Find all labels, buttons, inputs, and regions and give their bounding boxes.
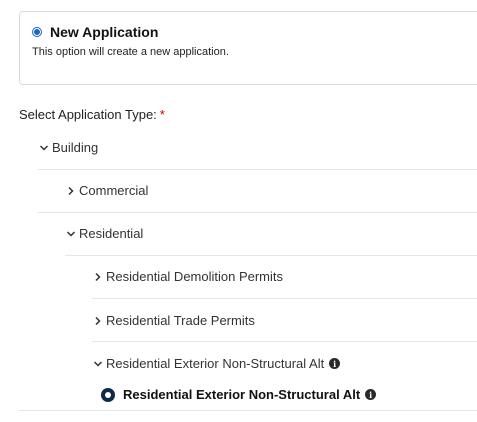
tree-item-building[interactable]: Building: [38, 140, 98, 155]
chevron-down-icon: [66, 230, 76, 237]
tree-item-residential-exterior-group[interactable]: Residential Exterior Non-Structural Alt …: [92, 356, 341, 371]
chevron-down-icon: [93, 360, 103, 367]
divider: [92, 341, 477, 342]
required-marker: *: [159, 107, 165, 122]
application-type-option-residential-exterior[interactable]: Residential Exterior Non-Structural Alt …: [101, 387, 377, 402]
chevron-right-icon: [95, 316, 101, 325]
divider: [19, 410, 477, 411]
tree-item-residential-trade-permits[interactable]: Residential Trade Permits: [92, 313, 255, 328]
tree-item-label: Residential Exterior Non-Structural Alt: [106, 356, 325, 371]
chevron-down-icon: [39, 144, 49, 151]
new-application-option-card[interactable]: New Application This option will create …: [19, 11, 477, 85]
chevron-right-icon: [68, 186, 74, 195]
divider: [65, 255, 477, 256]
application-type-page: New Application This option will create …: [0, 0, 477, 422]
tree-item-label: Residential: [79, 226, 144, 241]
tree-item-label: Residential Demolition Permits: [106, 269, 284, 284]
selected-radio-icon[interactable]: [101, 387, 115, 402]
new-application-option[interactable]: New Application: [32, 24, 158, 40]
new-application-radio[interactable]: [32, 27, 42, 37]
divider: [38, 212, 477, 213]
tree-item-commercial[interactable]: Commercial: [65, 183, 148, 198]
chevron-right-icon: [95, 272, 101, 281]
tree-item-label: Building: [52, 140, 99, 155]
divider: [92, 298, 477, 299]
info-icon[interactable]: i: [365, 389, 377, 400]
new-application-title: New Application: [50, 24, 159, 40]
info-icon[interactable]: i: [329, 358, 341, 369]
application-type-option-label: Residential Exterior Non-Structural Alt: [123, 387, 361, 402]
new-application-description: This option will create a new applicatio…: [32, 46, 229, 58]
select-application-type-text: Select Application Type:: [19, 107, 157, 122]
divider: [38, 169, 477, 170]
tree-item-residential-demolition-permits[interactable]: Residential Demolition Permits: [92, 269, 283, 284]
tree-item-label: Commercial: [79, 183, 149, 198]
select-application-type-label: Select Application Type: *: [19, 107, 165, 122]
tree-item-label: Residential Trade Permits: [106, 313, 255, 328]
tree-item-residential[interactable]: Residential: [65, 226, 143, 241]
